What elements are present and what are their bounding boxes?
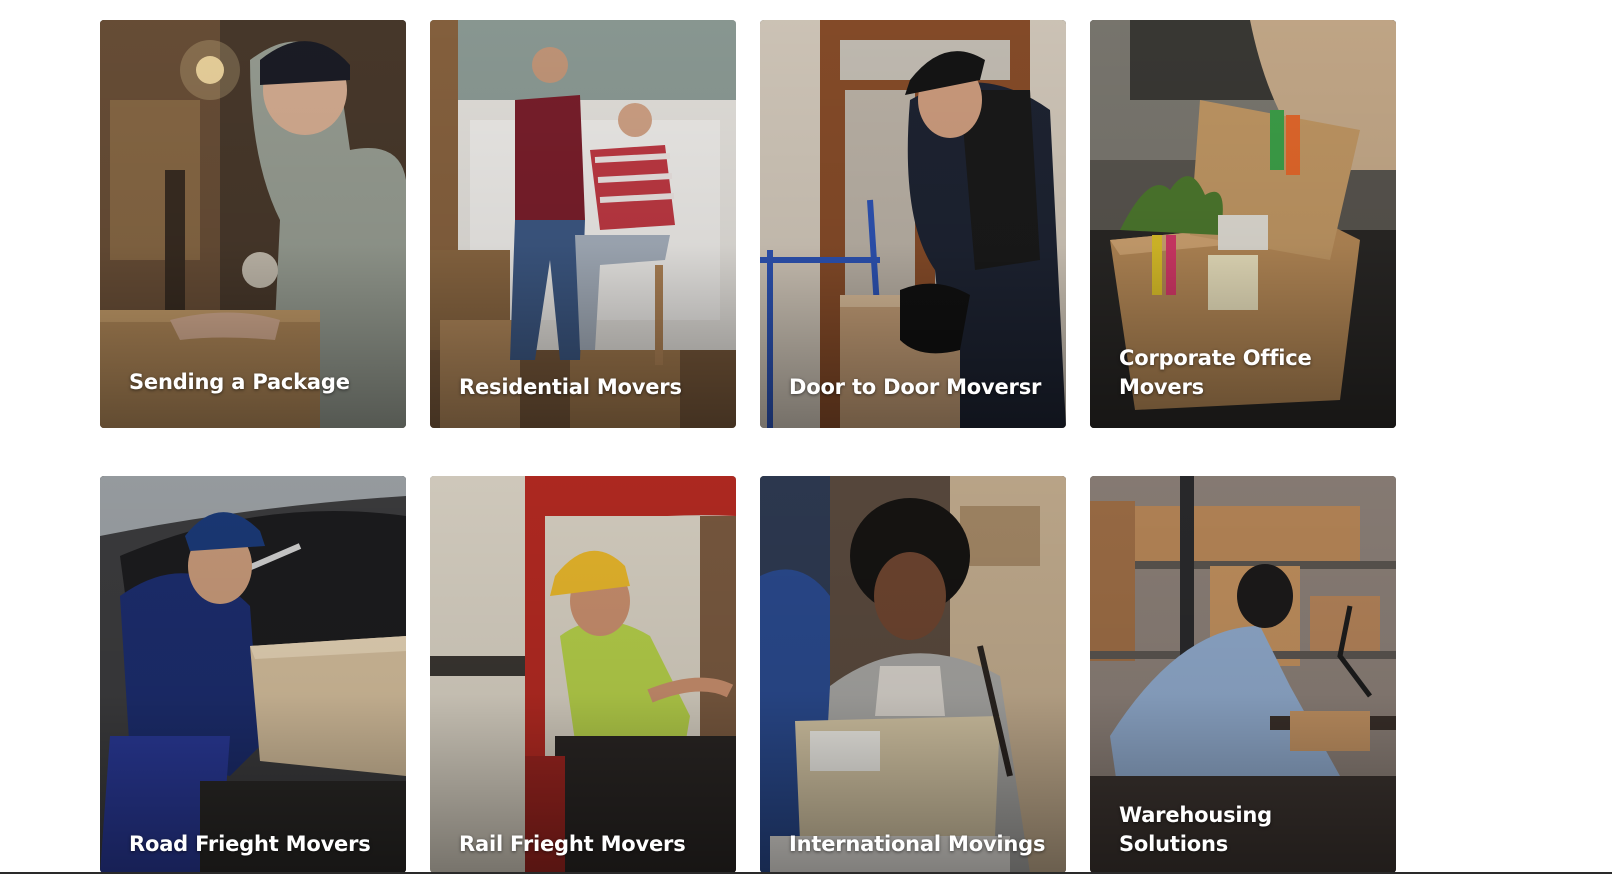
card-title: Door to Door Moversr bbox=[789, 375, 1042, 399]
service-card-sending-package[interactable]: Sending a Package bbox=[100, 20, 406, 428]
card-title: Road Frieght Movers bbox=[129, 832, 371, 856]
card-title: International Movings bbox=[789, 832, 1046, 856]
service-card-door-to-door[interactable]: Door to Door Moversr bbox=[760, 20, 1066, 428]
service-card-residential-movers[interactable]: Residential Movers bbox=[430, 20, 736, 428]
card-title: Residential Movers bbox=[459, 375, 682, 399]
card-overlay bbox=[100, 476, 406, 873]
service-card-road-freight[interactable]: Road Frieght Movers bbox=[100, 476, 406, 873]
services-grid: Sending a Package Residential Movers Doo… bbox=[100, 20, 1396, 873]
card-overlay bbox=[760, 476, 1066, 873]
card-overlay bbox=[430, 20, 736, 428]
page: Sending a Package Residential Movers Doo… bbox=[0, 0, 1612, 874]
card-title: Sending a Package bbox=[129, 370, 350, 394]
card-overlay bbox=[100, 20, 406, 428]
service-card-international[interactable]: International Movings bbox=[760, 476, 1066, 873]
service-card-corporate-office[interactable]: Corporate Office Movers bbox=[1090, 20, 1396, 428]
card-title: Corporate Office Movers bbox=[1119, 346, 1312, 399]
card-overlay bbox=[430, 476, 736, 873]
card-title: Warehousing Solutions bbox=[1119, 803, 1272, 856]
card-title: Rail Frieght Movers bbox=[459, 832, 686, 856]
service-card-warehousing[interactable]: Warehousing Solutions bbox=[1090, 476, 1396, 873]
card-overlay bbox=[760, 20, 1066, 428]
service-card-rail-freight[interactable]: Rail Frieght Movers bbox=[430, 476, 736, 873]
